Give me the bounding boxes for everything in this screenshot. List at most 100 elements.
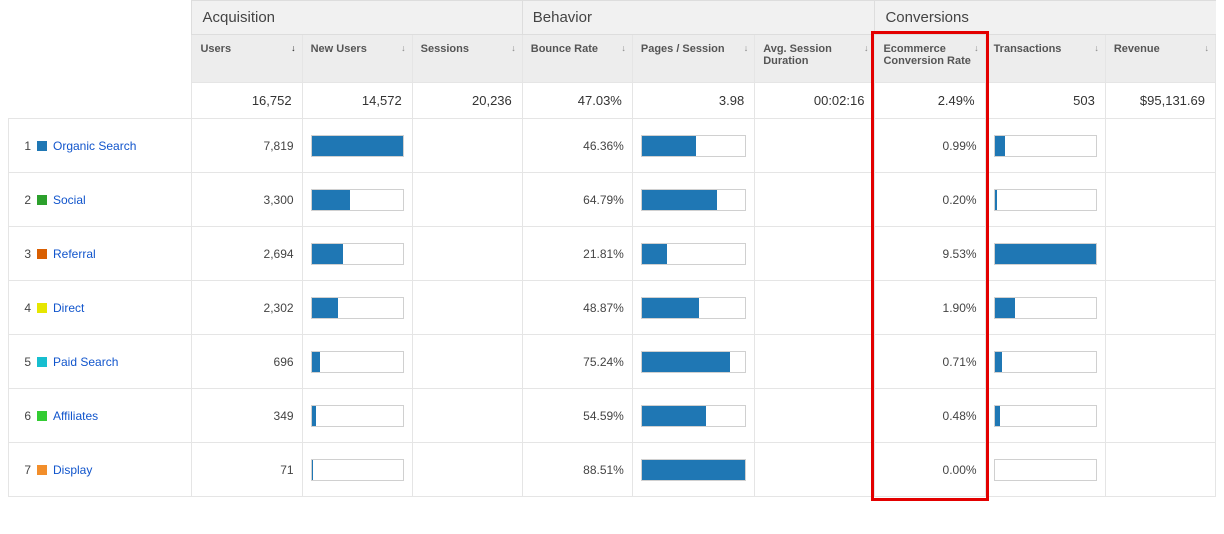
cell-pages-bar [632,281,754,335]
row-number: 6 [17,409,31,423]
col-label: Transactions [994,43,1062,55]
cell-users: 2,694 [192,227,302,281]
channel-link[interactable]: Direct [53,301,84,315]
bar-inner [312,190,350,210]
group-label: Conversions [885,9,968,26]
col-header-pages[interactable]: Pages / Session ↓ [632,35,754,83]
column-group-header-row: Acquisition Behavior Conversions [9,1,1216,35]
bar-outer [311,297,404,319]
channel-color-swatch [37,195,47,205]
bar-outer [994,135,1097,157]
cell-new-users-bar [302,443,412,497]
group-acquisition-span [302,1,412,35]
bar-outer [994,459,1097,481]
total-transactions: 503 [985,83,1105,119]
group-behavior-span [755,1,875,35]
cell-pages-bar [632,227,754,281]
channel-color-swatch [37,303,47,313]
col-header-ecr[interactable]: Ecommerce Conversion Rate ↓ [875,35,985,83]
bar-outer [311,405,404,427]
channel-color-swatch [37,411,47,421]
total-pages: 3.98 [632,83,754,119]
sort-icon: ↓ [864,43,869,53]
bar-inner [642,460,745,480]
bar-outer [641,297,746,319]
channel-link[interactable]: Referral [53,247,96,261]
column-header-row: Users ↓ New Users ↓ Sessions ↓ Bounce Ra… [9,35,1216,83]
col-header-users[interactable]: Users ↓ [192,35,302,83]
cell-users: 349 [192,389,302,443]
channel-link[interactable]: Social [53,193,86,207]
cell-transactions-bar [985,119,1105,173]
col-header-revenue[interactable]: Revenue ↓ [1105,35,1215,83]
cell-transactions-bar [985,173,1105,227]
cell-duration-bar [755,335,875,389]
cell-users: 696 [192,335,302,389]
cell-ecr: 0.48% [875,389,985,443]
sort-icon: ↓ [1205,43,1210,53]
sort-icon: ↓ [974,43,979,53]
cell-pages-bar [632,119,754,173]
bar-outer [641,459,746,481]
cell-duration-bar [755,281,875,335]
col-header-transactions[interactable]: Transactions ↓ [985,35,1105,83]
bar-outer [311,243,404,265]
cell-transactions-bar [985,281,1105,335]
col-header-bounce[interactable]: Bounce Rate ↓ [522,35,632,83]
channel-cell: 7 Display [9,443,192,497]
row-number: 7 [17,463,31,477]
cell-new-users-bar [302,389,412,443]
group-label: Behavior [533,9,592,26]
cell-users: 2,302 [192,281,302,335]
cell-ecr: 0.00% [875,443,985,497]
cell-ecr: 9.53% [875,227,985,281]
group-acquisition-span [412,1,522,35]
cell-transactions-bar [985,335,1105,389]
cell-sessions-bar [412,389,522,443]
cell-sessions-bar [412,443,522,497]
col-label: New Users [311,43,367,55]
col-label: Users [200,43,231,55]
channel-link[interactable]: Display [53,463,92,477]
cell-new-users-bar [302,119,412,173]
sort-icon: ↓ [621,43,626,53]
bar-outer [311,189,404,211]
cell-revenue-bar [1105,227,1215,281]
col-label: Revenue [1114,43,1160,55]
col-header-sessions[interactable]: Sessions ↓ [412,35,522,83]
bar-inner [312,298,339,318]
channel-color-swatch [37,357,47,367]
channel-link[interactable]: Organic Search [53,139,136,153]
bar-outer [994,297,1097,319]
row-number: 3 [17,247,31,261]
bar-outer [641,351,746,373]
bar-outer [994,351,1097,373]
row-number: 4 [17,301,31,315]
bar-inner [995,406,1000,426]
bar-inner [642,406,706,426]
sort-icon: ↓ [744,43,749,53]
cell-revenue-bar [1105,281,1215,335]
bar-outer [994,243,1097,265]
channel-link[interactable]: Paid Search [53,355,118,369]
cell-new-users-bar [302,173,412,227]
table-row: 4Direct2,30248.87%1.90% [9,281,1216,335]
cell-sessions-bar [412,119,522,173]
group-conversions-span [985,1,1105,35]
col-label: Bounce Rate [531,43,598,55]
cell-duration-bar [755,389,875,443]
bar-inner [642,244,667,264]
bar-outer [994,405,1097,427]
row-number: 1 [17,139,31,153]
bar-inner [995,244,1096,264]
cell-pages-bar [632,173,754,227]
col-header-duration[interactable]: Avg. Session Duration ↓ [755,35,875,83]
cell-transactions-bar [985,227,1105,281]
col-header-new-users[interactable]: New Users ↓ [302,35,412,83]
cell-bounce: 54.59% [522,389,632,443]
cell-transactions-bar [985,443,1105,497]
channel-link[interactable]: Affiliates [53,409,98,423]
group-conversions-span [1105,1,1215,35]
total-users: 16,752 [192,83,302,119]
channel-cell: 4 Direct [9,281,192,335]
